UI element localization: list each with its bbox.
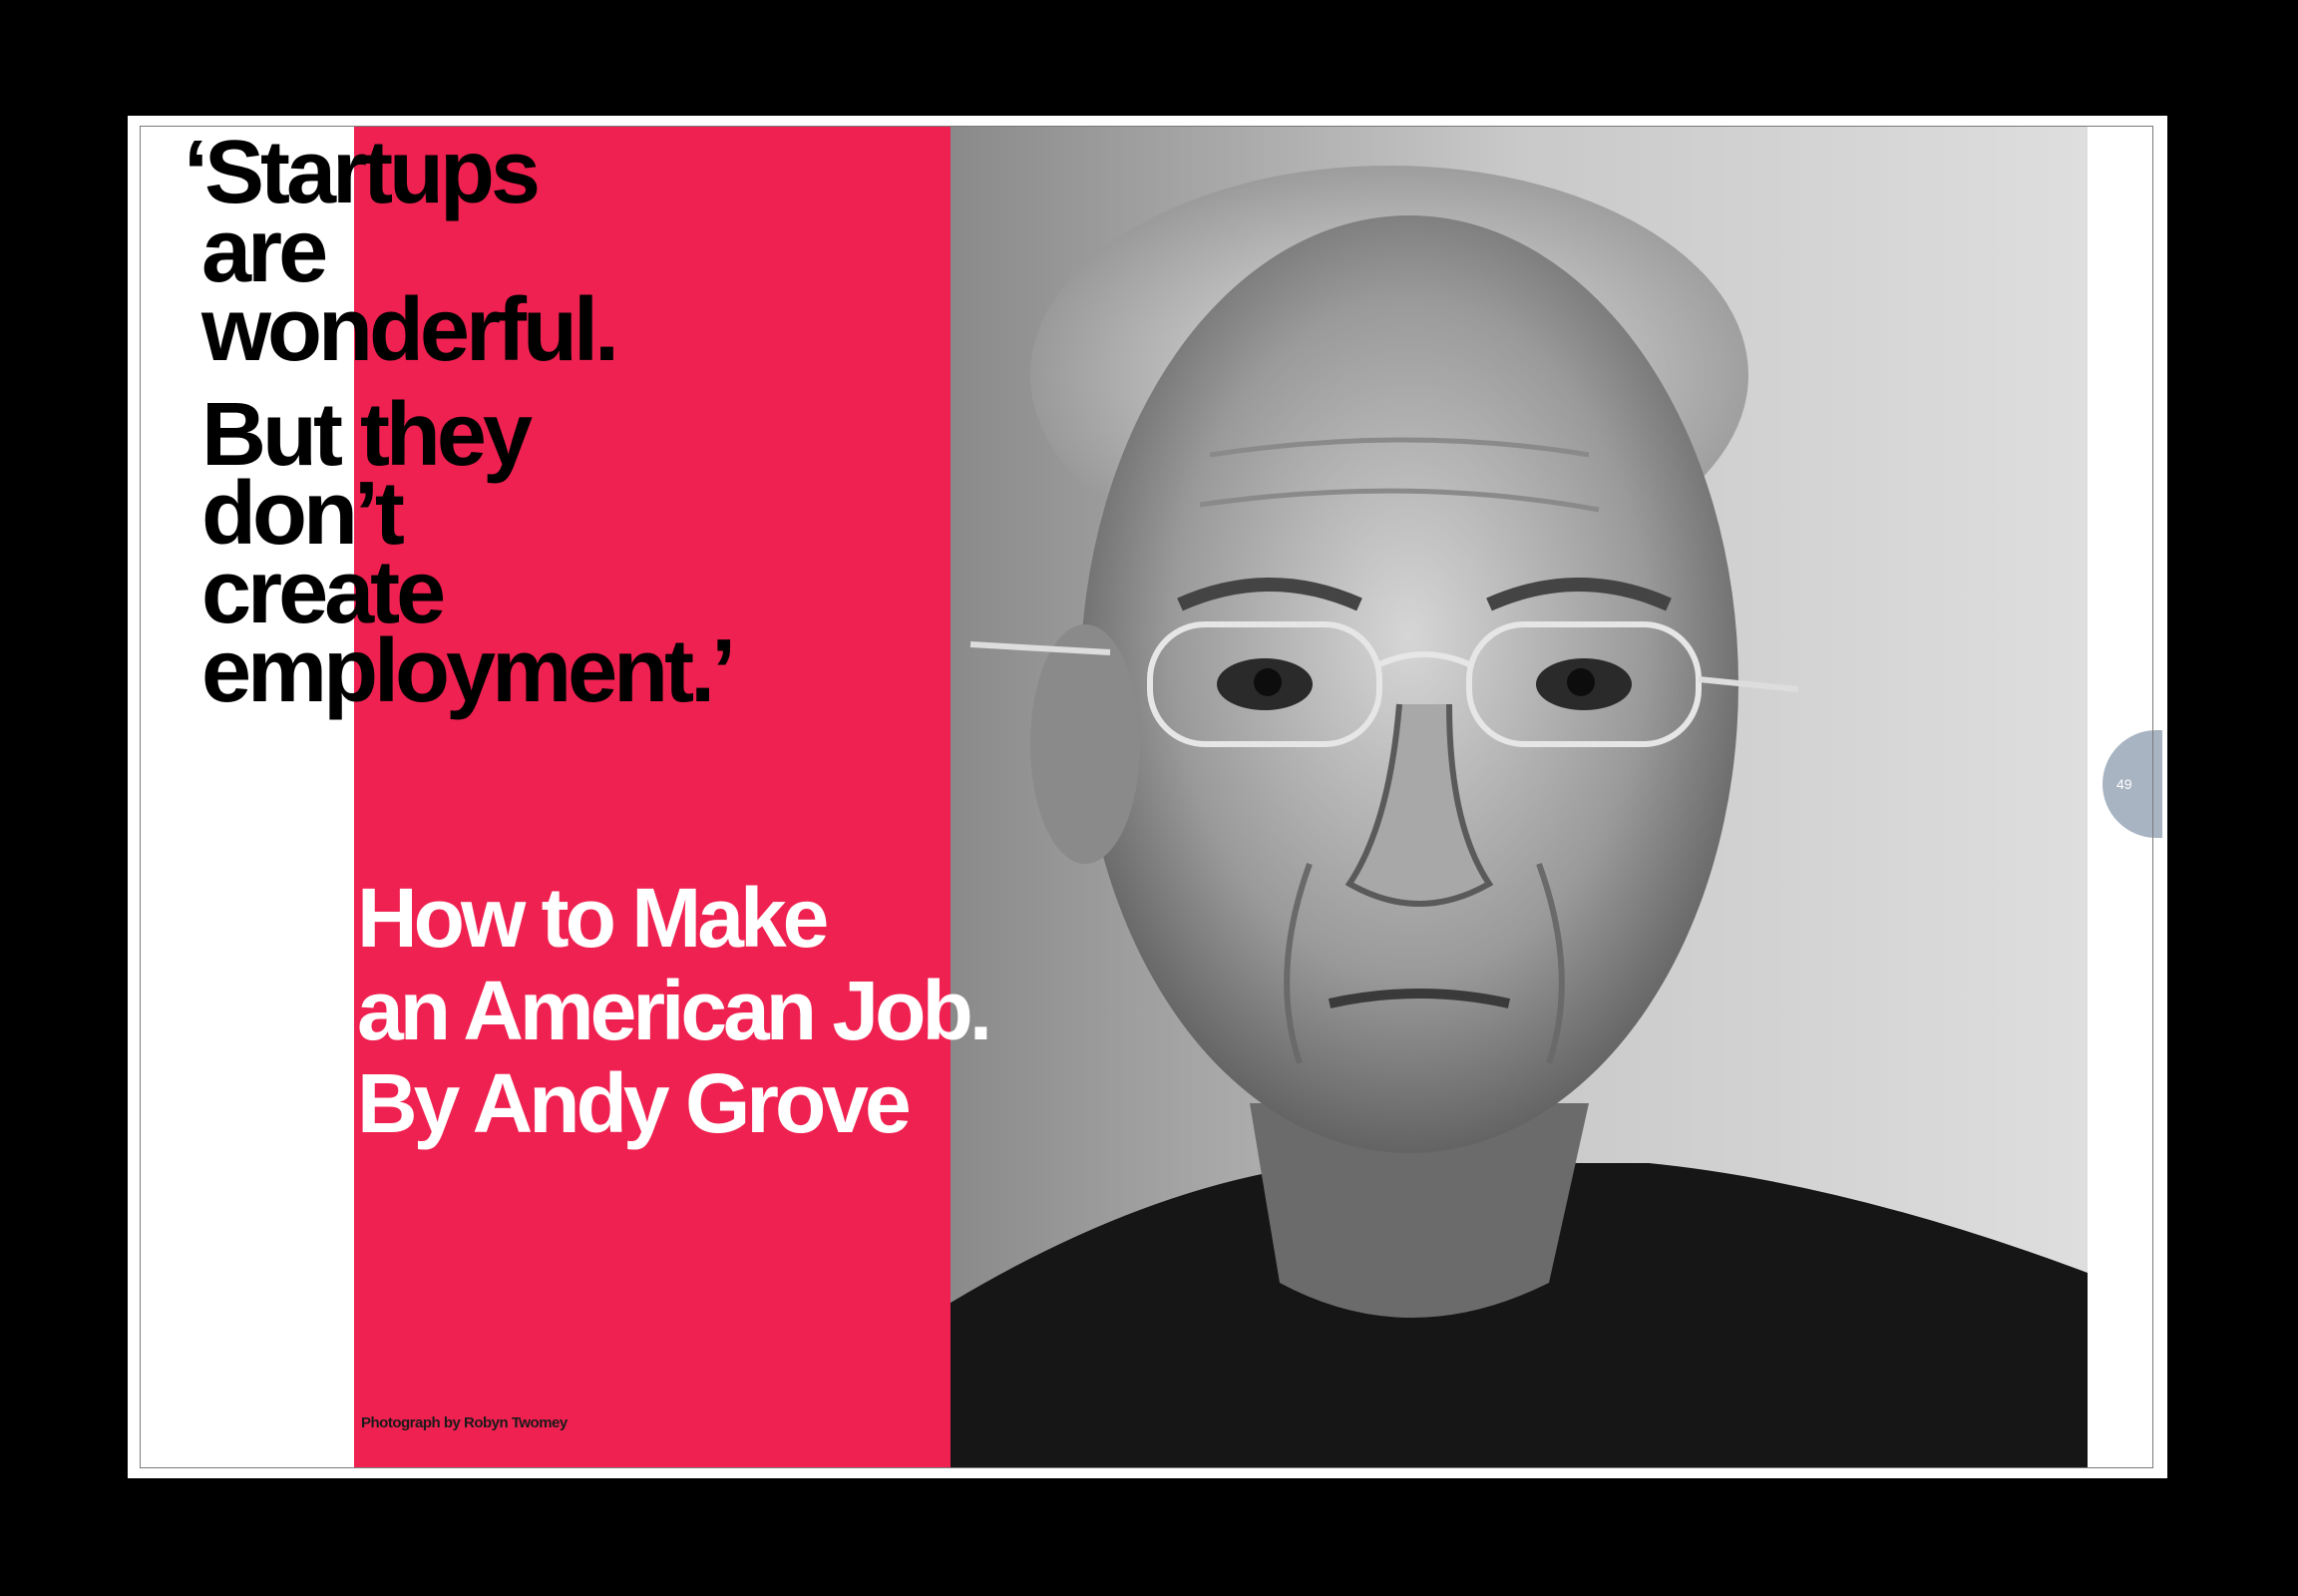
pull-quote-line: wonderful. [201,280,619,380]
headline-line: How to Make [357,871,829,965]
magazine-spread: ‘Startups are wonderful. But they don’t … [128,116,2167,1478]
portrait-photo [951,126,2088,1468]
pull-quote: ‘Startups are wonderful. But they don’t … [184,128,736,721]
headline-byline: By Andy Grove [357,1056,912,1150]
photo-credit: Photograph by Robyn Twomey [361,1414,568,1431]
portrait-illustration [951,126,2088,1468]
headline-line: an American Job. [357,964,992,1057]
pull-quote-line: employment.’ [201,621,736,721]
page-number: 49 [2116,776,2132,792]
article-headline: How to Make an American Job. By Andy Gro… [357,871,992,1150]
